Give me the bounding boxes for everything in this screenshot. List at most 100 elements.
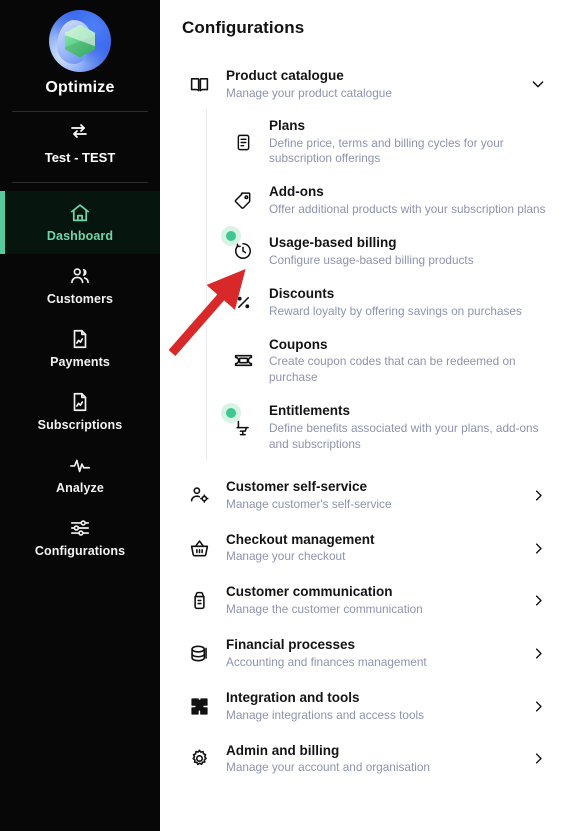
sidebar-item-label: Dashboard [46, 229, 114, 243]
sub-item-discounts[interactable]: Discounts Reward loyalty by offering sav… [230, 277, 555, 328]
section-desc: Manage customer's self-service [226, 496, 392, 511]
section-title: Financial processes [226, 637, 356, 653]
section-title: Admin and billing [226, 742, 340, 758]
sub-item-text: Discounts Reward loyalty by offering sav… [269, 285, 555, 320]
user-gear-icon [186, 485, 212, 506]
product-catalogue-sublist: Plans Define price, terms and billing cy… [206, 108, 555, 461]
sub-item-desc: Define benefits associated with your pla… [269, 421, 539, 451]
page-title: Configurations [182, 18, 305, 37]
puzzle-icon [186, 696, 212, 717]
sidebar-nav: Dashboard Customers Payments Subscriptio… [0, 191, 160, 569]
sub-item-desc: Offer additional products with your subs… [269, 202, 546, 217]
chevron-right-icon[interactable] [527, 699, 549, 714]
group-header-product-catalogue[interactable]: Product catalogue Manage your product ca… [182, 60, 555, 109]
section-customer-communication[interactable]: Customer communication Manage the custom… [182, 574, 555, 627]
section-desc: Accounting and finances management [226, 654, 427, 669]
basket-icon [186, 538, 212, 559]
sidebar-item-configurations[interactable]: Configurations [0, 506, 160, 569]
optimize-logo-icon [49, 10, 111, 72]
chevron-right-icon[interactable] [527, 646, 549, 661]
sidebar-item-label: Analyze [56, 481, 104, 495]
section-title: Checkout management [226, 531, 375, 547]
section-product-catalogue: Product catalogue Manage your product ca… [182, 60, 555, 461]
chevron-right-icon[interactable] [527, 541, 549, 556]
sidebar-item-label: Payments [50, 355, 110, 369]
section-desc: Manage the customer communication [226, 602, 423, 617]
percent-icon [230, 293, 256, 312]
section-desc: Manage integrations and access tools [226, 707, 425, 722]
section-text: Checkout management Manage your checkout [226, 531, 513, 566]
gear-icon [186, 748, 212, 769]
section-financial-processes[interactable]: Financial processes Accounting and finan… [182, 627, 555, 680]
sub-item-plans[interactable]: Plans Define price, terms and billing cy… [230, 109, 555, 176]
group-title: Product catalogue [226, 68, 344, 83]
swap-arrows-icon [69, 123, 91, 145]
chevron-right-icon[interactable] [527, 751, 549, 766]
sub-item-title: Coupons [269, 336, 328, 352]
sub-item-title: Entitlements [269, 403, 351, 419]
section-text: Integration and tools Manage integration… [226, 689, 513, 724]
section-checkout-management[interactable]: Checkout management Manage your checkout [182, 522, 555, 575]
section-text: Financial processes Accounting and finan… [226, 636, 513, 671]
chevron-right-icon[interactable] [527, 488, 549, 503]
sidebar-item-label: Subscriptions [37, 418, 123, 432]
group-desc: Manage your product catalogue [226, 85, 392, 100]
sidebar-item-subscriptions[interactable]: Subscriptions [0, 380, 160, 443]
chevron-down-icon[interactable] [527, 76, 549, 92]
sidebar-item-label: Customers [46, 292, 114, 306]
users-icon [69, 265, 91, 287]
home-icon [69, 202, 91, 224]
brand-block: Optimize [0, 0, 160, 103]
group-text: Product catalogue Manage your product ca… [226, 67, 513, 102]
database-icon [186, 643, 212, 664]
sub-item-title: Discounts [269, 285, 335, 301]
sub-item-desc: Configure usage-based billing products [269, 252, 474, 267]
section-desc: Manage your account and organisation [226, 760, 430, 775]
chevron-right-icon[interactable] [527, 593, 549, 608]
sub-item-text: Usage-based billing Configure usage-base… [269, 234, 555, 269]
sidebar-item-payments[interactable]: Payments [0, 317, 160, 380]
new-indicator-dot [221, 402, 241, 423]
sub-item-entitlements[interactable]: Entitlements Define benefits associated … [221, 394, 555, 461]
section-admin-and-billing[interactable]: Admin and billing Manage your account an… [182, 733, 555, 786]
pulse-icon [69, 454, 91, 476]
sub-item-desc: Reward loyalty by offering savings on pu… [269, 303, 522, 318]
book-open-icon [186, 74, 212, 95]
sub-item-text: Plans Define price, terms and billing cy… [269, 117, 555, 168]
sub-item-desc: Create coupon codes that can be redeemed… [269, 354, 516, 385]
main-content: Configurations Product catalogue Manage … [160, 0, 573, 831]
document-chart-icon [69, 328, 91, 350]
collapsed-sections: Customer self-service Manage customer's … [182, 469, 555, 785]
section-desc: Manage your checkout [226, 549, 346, 564]
sub-item-coupons[interactable]: Coupons Create coupon codes that can be … [230, 328, 555, 395]
section-title: Integration and tools [226, 689, 360, 705]
seat-icon [221, 402, 256, 438]
list-document-icon [230, 133, 256, 152]
section-title: Customer self-service [226, 478, 368, 494]
section-integration-and-tools[interactable]: Integration and tools Manage integration… [182, 680, 555, 733]
sub-item-title: Plans [269, 117, 306, 133]
sub-item-title: Usage-based billing [269, 235, 397, 251]
section-text: Customer communication Manage the custom… [226, 583, 513, 618]
app-root: Optimize Test - TEST Dashboard Customers… [0, 0, 573, 831]
sidebar-item-dashboard[interactable]: Dashboard [0, 191, 160, 254]
environment-name: Test - TEST [44, 150, 116, 165]
sub-item-text: Entitlements Define benefits associated … [269, 402, 555, 453]
sub-item-text: Add-ons Offer additional products with y… [269, 183, 555, 218]
sub-item-title: Add-ons [269, 184, 324, 200]
sidebar-item-label: Configurations [34, 544, 126, 558]
sidebar-divider-bottom [12, 182, 148, 183]
sub-item-usage-based-billing[interactable]: Usage-based billing Configure usage-base… [221, 226, 555, 277]
sidebar-item-customers[interactable]: Customers [0, 254, 160, 317]
megaphone-icon [186, 590, 212, 611]
sub-item-text: Coupons Create coupon codes that can be … [269, 336, 555, 387]
environment-switcher[interactable]: Test - TEST [0, 112, 160, 174]
sub-item-add-ons[interactable]: Add-ons Offer additional products with y… [230, 175, 555, 226]
ticket-icon [230, 350, 256, 371]
sidebar-item-analyze[interactable]: Analyze [0, 443, 160, 506]
brand-name: Optimize [45, 79, 115, 96]
section-customer-self-service[interactable]: Customer self-service Manage customer's … [182, 469, 555, 522]
section-text: Admin and billing Manage your account an… [226, 742, 513, 777]
sliders-icon [69, 517, 91, 539]
section-text: Customer self-service Manage customer's … [226, 478, 513, 513]
